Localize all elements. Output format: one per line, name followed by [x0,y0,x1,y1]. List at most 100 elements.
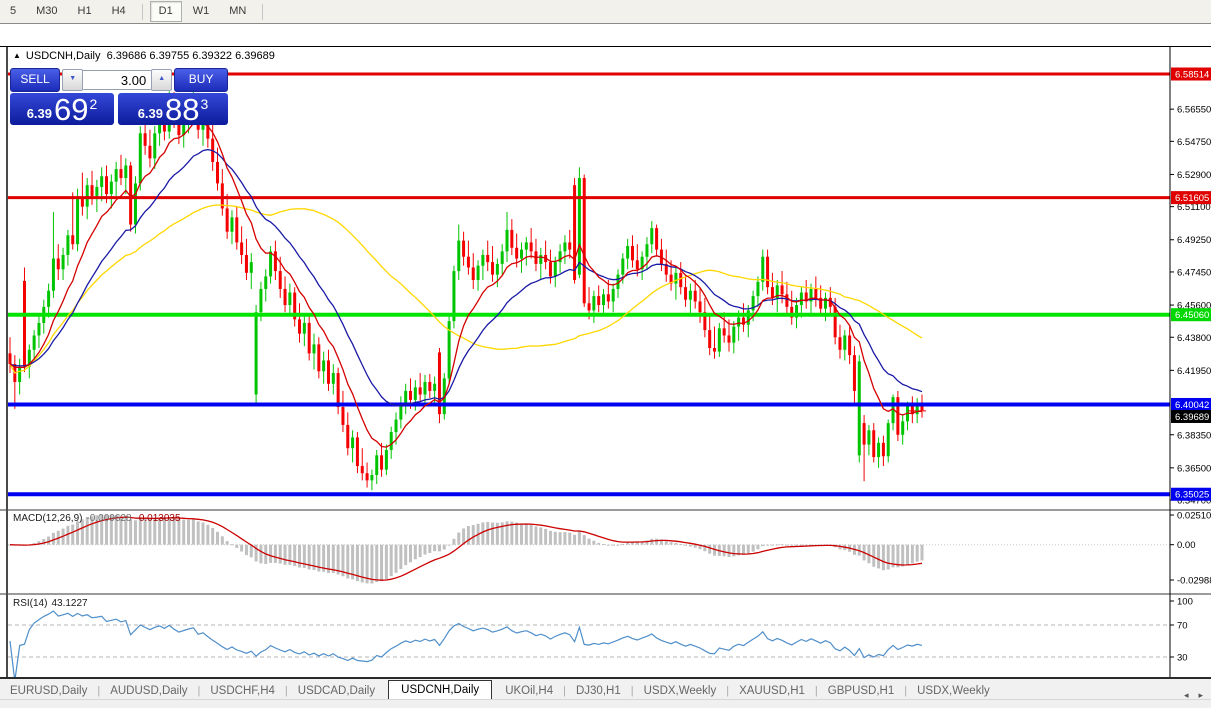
chart-tab-usdcnh-daily[interactable]: USDCNH,Daily [388,680,493,701]
candle-body [153,133,157,159]
candle-body [481,254,485,266]
tf-button-H1[interactable]: H1 [69,1,101,22]
candle-body [428,381,432,391]
macd-bar [409,544,413,563]
candle-body [240,242,244,255]
window-border-top [0,46,1211,47]
volume-decrease-button[interactable]: ▼ [62,69,84,91]
candle-body [548,262,552,277]
candle-body [404,390,408,404]
candle-body [370,475,374,481]
macd-main-value: -0.009628 [86,513,132,524]
candle-body [47,290,51,307]
candle-body [95,186,99,196]
candle-body [413,387,417,400]
macd-bar [278,544,282,564]
macd-signal-value: -0.013035 [135,513,181,524]
candle-body [462,240,466,257]
macd-bar [447,544,451,546]
macd-bar [293,544,297,567]
macd-bar [679,544,683,546]
macd-bar [751,544,755,552]
candle-body [230,217,234,232]
candle-body [780,285,784,295]
macd-bar [375,544,379,583]
tf-button-H4[interactable]: H4 [103,1,135,22]
candle-body [732,326,736,343]
volume-increase-button[interactable]: ▲ [151,69,173,91]
candle-body [418,387,422,395]
rsi-name: RSI(14) [13,598,48,609]
candle-body [51,258,55,291]
macd-bar [790,544,794,546]
price-tick-label: 6.47450 [1177,267,1211,278]
buy-button[interactable]: BUY [174,68,228,92]
macd-bar [756,544,760,550]
macd-bar [249,544,253,558]
candle-body [365,473,369,481]
macd-bar [708,544,712,554]
panel-collapse-icon[interactable]: ▲ [13,51,21,60]
candle-body [124,165,128,179]
candle-body [674,272,678,284]
chart-ohlc-values: 6.39686 6.39755 6.39322 6.39689 [106,50,275,62]
chart-symbol-label: USDCNH,Daily [25,50,101,62]
candle-body [394,419,398,433]
price-level-label: 6.51605 [1175,193,1209,204]
candle-body [254,312,258,395]
toolbar-separator [141,3,143,20]
macd-bar [404,544,408,566]
macd-bar [428,544,432,553]
candle-body [713,347,717,352]
candle-body [138,133,142,184]
candle-body [322,360,326,372]
tf-button-M30[interactable]: M30 [27,1,66,22]
candle-body [85,185,89,207]
macd-bar [544,528,548,545]
tf-button-MN[interactable]: MN [220,1,255,22]
volume-input[interactable] [83,70,152,90]
candle-body [577,178,581,275]
sell-button[interactable]: SELL [10,68,61,92]
candle-body [626,246,630,259]
macd-bar [273,544,277,563]
candle-body [770,287,774,298]
candle-body [756,281,760,297]
macd-bar [761,544,765,547]
macd-bar [47,536,51,545]
chart-tab-bar: EURUSD,Daily | AUDUSD,Daily | USDCHF,H4 | USDC… [0,677,1211,701]
rsi-value: 43.1227 [51,598,88,609]
candle-body [529,242,533,252]
macd-bar [51,532,55,545]
candle-body [471,267,475,280]
tf-button-D1[interactable]: D1 [149,1,182,22]
macd-bar [799,544,803,546]
macd-bar [886,544,890,570]
candle-body [249,262,253,273]
candle-body [76,197,80,245]
tf-button-5[interactable]: 5 [1,1,25,22]
candle-body [66,235,70,255]
macd-bar [674,542,678,545]
macd-bar [211,527,215,545]
chart-title: ▲ USDCNH,Daily 6.39686 6.39755 6.39322 6.… [13,50,275,62]
candle-body [679,272,683,288]
macd-bar [548,530,552,545]
one-click-trading-panel: SELL ▼ ▲ BUY 6.39 69 2 6.39 88 3 [10,68,228,125]
candle-body [737,317,741,327]
candle-body [606,294,610,302]
macd-bar [370,544,374,584]
macd-bar [283,544,287,565]
macd-bar [240,544,244,552]
candle-body [326,360,330,384]
macd-bar [201,522,205,545]
candle-body [539,254,543,264]
candle-body [143,133,147,146]
macd-bar [534,526,538,545]
macd-bar [577,531,581,545]
buy-price-display[interactable]: 6.39 88 3 [118,93,228,125]
sell-price-display[interactable]: 6.39 69 2 [10,93,114,125]
tf-button-W1[interactable]: W1 [184,1,219,22]
candle-body [785,294,789,307]
candle-body [524,242,528,250]
